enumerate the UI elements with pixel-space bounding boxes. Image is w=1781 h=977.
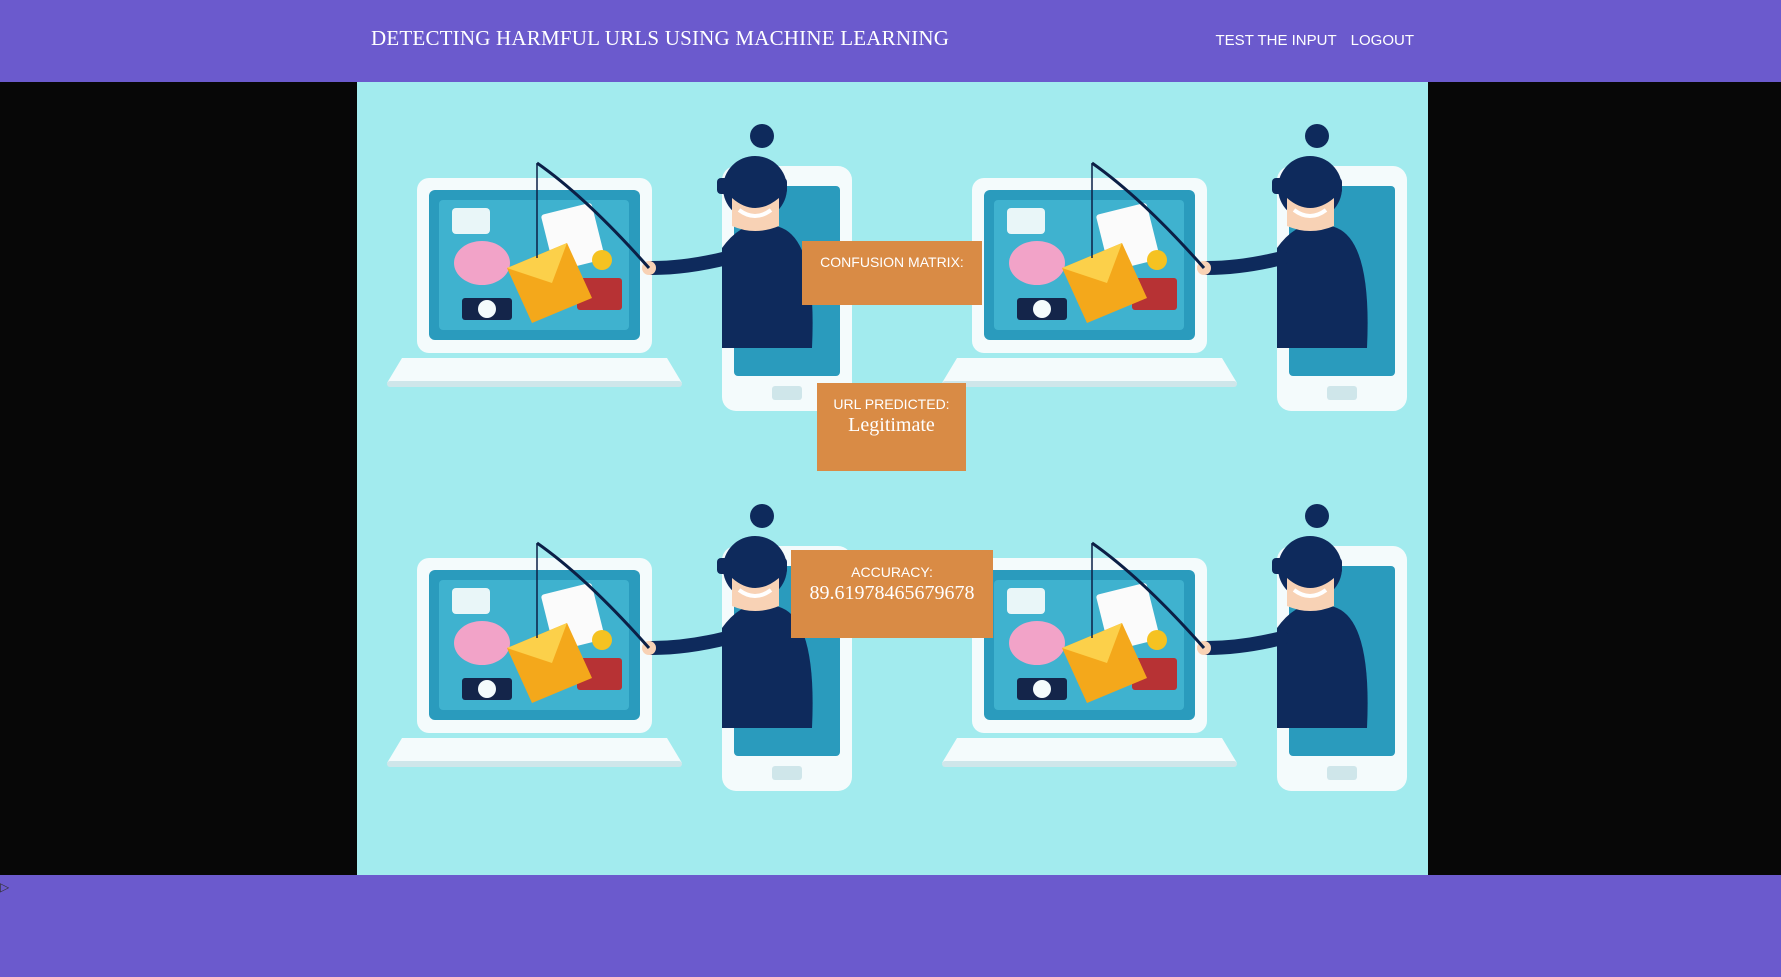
prediction-label: URL PREDICTED: — [833, 396, 950, 412]
footer-band — [0, 875, 1781, 977]
main-stage: CONFUSION MATRIX: URL PREDICTED: Legitim… — [0, 82, 1781, 875]
nav-test-input-link[interactable]: TEST THE INPUT — [1216, 32, 1337, 49]
prediction-value: Legitimate — [848, 414, 935, 436]
phishing-illustration — [387, 504, 852, 791]
nav-menu: TEST THE INPUT LOGOUT — [1216, 32, 1414, 49]
nav-logout-link[interactable]: LOGOUT — [1351, 32, 1414, 49]
phishing-illustration — [942, 124, 1407, 411]
site-title: DETECTING HARMFUL URLS USING MACHINE LEA… — [371, 26, 950, 50]
accuracy-card: ACCURACY: 89.61978465679678 — [791, 550, 993, 638]
accuracy-label: ACCURACY: — [851, 564, 933, 580]
caret-icon: ▷ — [0, 880, 10, 894]
phishing-illustration-panel: CONFUSION MATRIX: URL PREDICTED: Legitim… — [357, 82, 1428, 875]
phishing-illustration — [942, 504, 1407, 791]
confusion-matrix-card: CONFUSION MATRIX: — [802, 241, 982, 305]
confusion-matrix-label: CONFUSION MATRIX: — [820, 254, 964, 270]
prediction-card: URL PREDICTED: Legitimate — [817, 383, 966, 471]
accuracy-value: 89.61978465679678 — [809, 582, 975, 604]
top-navbar: DETECTING HARMFUL URLS USING MACHINE LEA… — [0, 0, 1781, 82]
